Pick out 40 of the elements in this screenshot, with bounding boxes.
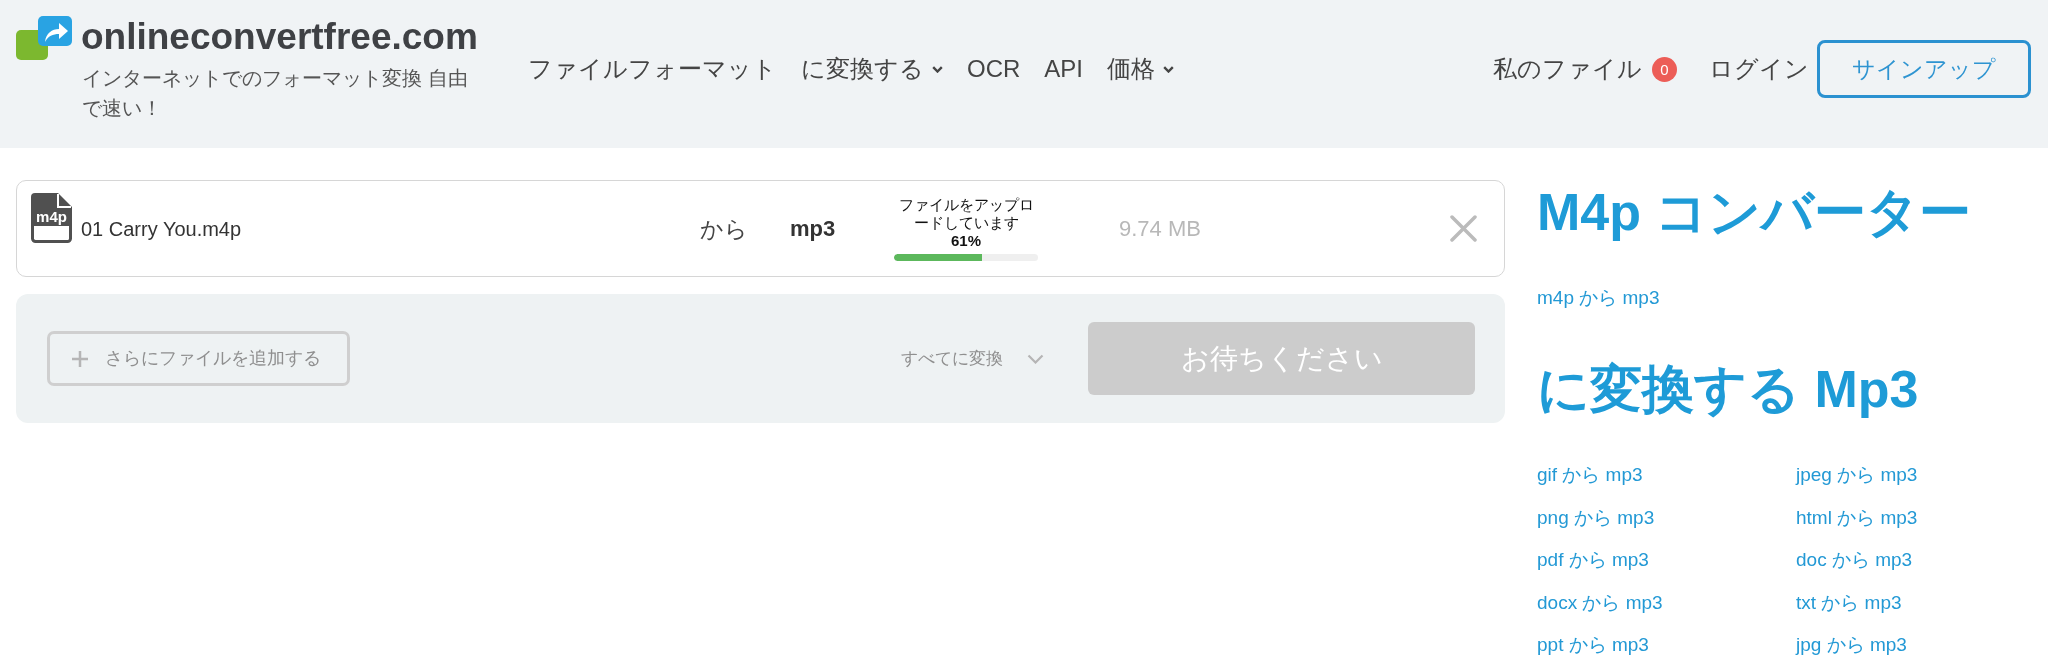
nav-dropdown[interactable]: 価格 (1107, 53, 1175, 85)
conversion-link[interactable]: pdf から mp3 (1537, 548, 1649, 572)
conversion-link[interactable]: m4p から mp3 (1537, 286, 1660, 310)
add-files-button[interactable]: さらにファイルを追加する (47, 331, 350, 386)
conversion-link[interactable]: jpeg から mp3 (1796, 463, 1918, 487)
conversion-link[interactable]: png から mp3 (1537, 505, 1655, 530)
nav-link[interactable]: API (1044, 53, 1084, 85)
nav-dropdown[interactable]: に変換する (801, 53, 943, 85)
site-name[interactable]: onlineconvertfree.com (81, 16, 478, 58)
conversion-link[interactable]: docx から mp3 (1537, 590, 1663, 615)
chevron-down-icon (1027, 353, 1044, 364)
nav-link[interactable]: OCR (967, 53, 1021, 85)
convert-all-dropdown[interactable]: すべてに変換 (901, 345, 1044, 372)
conversion-link[interactable]: txt から mp3 (1796, 590, 1902, 615)
convert-to-title: に変換する Mp3 (1537, 359, 1919, 419)
plus-icon (72, 350, 88, 367)
conversion-link[interactable]: doc から mp3 (1796, 548, 1913, 572)
document-icon (31, 193, 72, 243)
upload-status: ファイルをアップロードしています (897, 196, 1035, 232)
tagline: インターネットでのフォーマット変換 自由で速い！ (82, 66, 469, 121)
conversion-link[interactable]: gif から mp3 (1537, 463, 1643, 487)
my-files-link[interactable]: 私のファイル 0 (1493, 53, 1677, 85)
file-size: 9.74 MB (1119, 214, 1202, 243)
target-format[interactable]: mp3 (790, 214, 894, 243)
file-name: 01 Carry You.m4p (81, 216, 243, 242)
conversion-link[interactable]: jpg から mp3 (1796, 633, 1907, 657)
close-icon[interactable] (1450, 215, 1477, 242)
conversion-link[interactable]: html から mp3 (1796, 505, 1918, 530)
nav-link[interactable]: ファイルフォーマット (528, 53, 777, 85)
caret-down-icon (1163, 65, 1175, 73)
conversion-link[interactable]: ppt から mp3 (1537, 633, 1649, 657)
logo-icon[interactable] (16, 16, 72, 60)
caret-down-icon (932, 65, 943, 73)
upload-percent: 61% (951, 232, 981, 250)
signup-button[interactable]: サインアップ (1817, 40, 2031, 98)
from-label: から (700, 214, 749, 244)
file-type-label: m4p (35, 209, 68, 225)
converter-title: M4p コンバーター (1537, 182, 1972, 242)
login-link[interactable]: ログイン (1709, 53, 1809, 85)
count-badge: 0 (1652, 56, 1677, 82)
